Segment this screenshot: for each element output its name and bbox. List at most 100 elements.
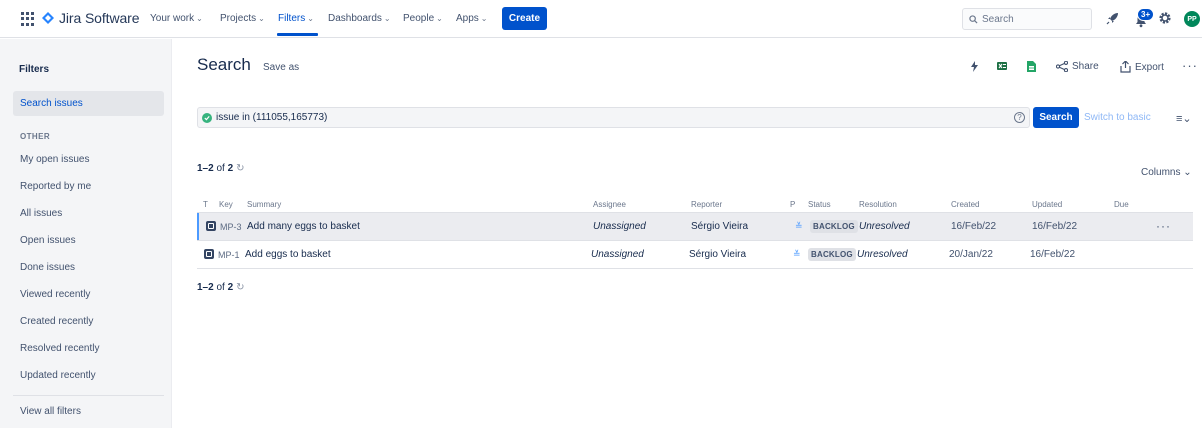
column-header-updated[interactable]: Updated [1032, 200, 1062, 209]
reporter-value: Sérgio Vieira [691, 221, 749, 232]
reporter-value: Sérgio Vieira [689, 249, 747, 260]
notifications-button[interactable]: 3+ [1131, 8, 1155, 30]
chevron-down-icon: ⌄ [383, 14, 391, 23]
search-input[interactable]: Search [962, 8, 1092, 30]
jira-logo[interactable]: Jira Software [42, 10, 140, 26]
chevron-down-icon: ⌄ [307, 14, 314, 23]
search-placeholder: Search [982, 13, 1014, 25]
table-row[interactable]: MP-1 Add eggs to basket Unassigned Sérgi… [197, 241, 1193, 268]
column-header-summary[interactable]: Summary [247, 200, 281, 209]
sidebar-item-open-issues[interactable]: Open issues [20, 235, 76, 246]
share-label: Share [1072, 61, 1099, 72]
google-sheets-icon [1027, 61, 1036, 72]
switch-to-basic-link[interactable]: Switch to basic [1084, 112, 1151, 123]
column-header-type[interactable]: T [203, 200, 208, 209]
task-type-icon [204, 249, 214, 259]
status-badge[interactable]: BACKLOG [810, 220, 858, 233]
table-row[interactable]: MP-3 Add many eggs to basket Unassigned … [197, 213, 1193, 240]
notification-badge: 3+ [1137, 8, 1155, 21]
filters-sidebar: Filters Search issues OTHER My open issu… [0, 39, 172, 428]
assignee-value: Unassigned [593, 221, 646, 232]
active-nav-indicator [277, 33, 318, 36]
create-button[interactable]: Create [502, 7, 547, 30]
export-sheets-button[interactable] [1027, 61, 1036, 72]
search-icon [969, 14, 978, 24]
sidebar-item-viewed-recently[interactable]: Viewed recently [20, 289, 90, 300]
table-bottom-divider [197, 268, 1193, 269]
save-as-button[interactable]: Save as [263, 62, 299, 73]
resolution-value: Unresolved [857, 249, 908, 260]
status-badge[interactable]: BACKLOG [808, 248, 856, 261]
updated-value: 16/Feb/22 [1030, 249, 1076, 260]
issue-summary-link[interactable]: Add many eggs to basket [247, 221, 360, 232]
chevron-down-icon: ⌄ [196, 14, 203, 23]
nav-people[interactable]: People ⌄ [403, 13, 443, 24]
rocket-icon[interactable] [1106, 11, 1120, 25]
sidebar-item-all-issues[interactable]: All issues [20, 208, 62, 219]
top-navigation: Jira Software Your work ⌄ Projects ⌄ Filte… [0, 0, 1202, 38]
created-value: 16/Feb/22 [951, 221, 997, 232]
export-icon [1120, 61, 1131, 73]
column-header-reporter[interactable]: Reporter [691, 200, 722, 209]
nav-projects[interactable]: Projects ⌄ [220, 13, 265, 24]
results-count: 1–2 of 2 ↻ [197, 163, 245, 174]
app-switcher-icon[interactable] [21, 12, 35, 26]
nav-apps[interactable]: Apps ⌄ [456, 13, 488, 24]
nav-filters[interactable]: Filters ⌄ [278, 13, 314, 24]
chevron-down-icon: ⌄ [480, 14, 488, 23]
columns-button[interactable]: Columns ⌄ [1141, 167, 1192, 178]
sidebar-item-done-issues[interactable]: Done issues [20, 262, 75, 273]
help-icon[interactable]: ? [1014, 112, 1025, 123]
share-button[interactable]: Share [1056, 61, 1099, 72]
sidebar-item-updated-recently[interactable]: Updated recently [20, 370, 96, 381]
column-header-due[interactable]: Due [1114, 200, 1129, 209]
sidebar-divider [13, 395, 164, 396]
sidebar-item-search-issues[interactable]: Search issues [13, 91, 164, 116]
automation-button[interactable] [970, 61, 979, 72]
sidebar-item-label: Search issues [20, 98, 83, 109]
list-view-icon[interactable]: ≡⌄ [1176, 112, 1192, 125]
column-header-priority[interactable]: P [790, 200, 795, 209]
column-header-resolution[interactable]: Resolution [859, 200, 897, 209]
refresh-icon[interactable]: ↻ [236, 163, 244, 174]
updated-value: 16/Feb/22 [1032, 221, 1078, 232]
column-header-status[interactable]: Status [808, 200, 831, 209]
share-icon [1056, 61, 1068, 72]
created-value: 20/Jan/22 [949, 249, 993, 260]
issue-key-link[interactable]: MP-3 [220, 222, 242, 232]
page-title: Search [197, 55, 251, 74]
sidebar-title: Filters [19, 64, 50, 75]
export-excel-button[interactable] [997, 61, 1007, 71]
export-label: Export [1135, 61, 1164, 73]
column-header-created[interactable]: Created [951, 200, 979, 209]
resolution-value: Unresolved [859, 221, 910, 232]
results-count-footer: 1–2 of 2 ↻ [197, 282, 245, 293]
sidebar-item-resolved-recently[interactable]: Resolved recently [20, 343, 99, 354]
sidebar-item-my-open-issues[interactable]: My open issues [20, 154, 89, 165]
sidebar-section-label: OTHER [20, 132, 50, 141]
jql-query-text: issue in (111055,165773) [216, 112, 328, 123]
row-actions-icon[interactable]: ··· [1156, 219, 1171, 233]
chevron-down-icon: ⌄ [258, 14, 265, 23]
sidebar-item-reported-by-me[interactable]: Reported by me [20, 181, 91, 192]
column-header-assignee[interactable]: Assignee [593, 200, 626, 209]
export-button[interactable]: Export [1120, 61, 1164, 73]
more-actions-icon[interactable]: ··· [1182, 58, 1198, 73]
search-button[interactable]: Search [1033, 107, 1079, 128]
assignee-value: Unassigned [591, 249, 644, 260]
jql-query-input[interactable]: issue in (111055,165773) [197, 107, 1030, 128]
refresh-icon[interactable]: ↻ [236, 282, 244, 293]
nav-dashboards[interactable]: Dashboards ⌄ [328, 13, 391, 24]
gear-icon[interactable] [1158, 11, 1172, 25]
chevron-down-icon: ⌄ [436, 14, 443, 23]
jira-diamond-icon [42, 12, 54, 24]
issue-summary-link[interactable]: Add eggs to basket [245, 249, 331, 260]
nav-your-work[interactable]: Your work ⌄ [150, 13, 203, 24]
issue-key-link[interactable]: MP-1 [218, 250, 240, 260]
avatar[interactable]: PP [1184, 11, 1200, 27]
logo-text: Jira Software [59, 10, 140, 26]
sidebar-item-view-all-filters[interactable]: View all filters [20, 406, 81, 417]
sidebar-item-created-recently[interactable]: Created recently [20, 316, 93, 327]
column-header-key[interactable]: Key [219, 200, 233, 209]
priority-lowest-icon: ≚ [795, 221, 803, 231]
